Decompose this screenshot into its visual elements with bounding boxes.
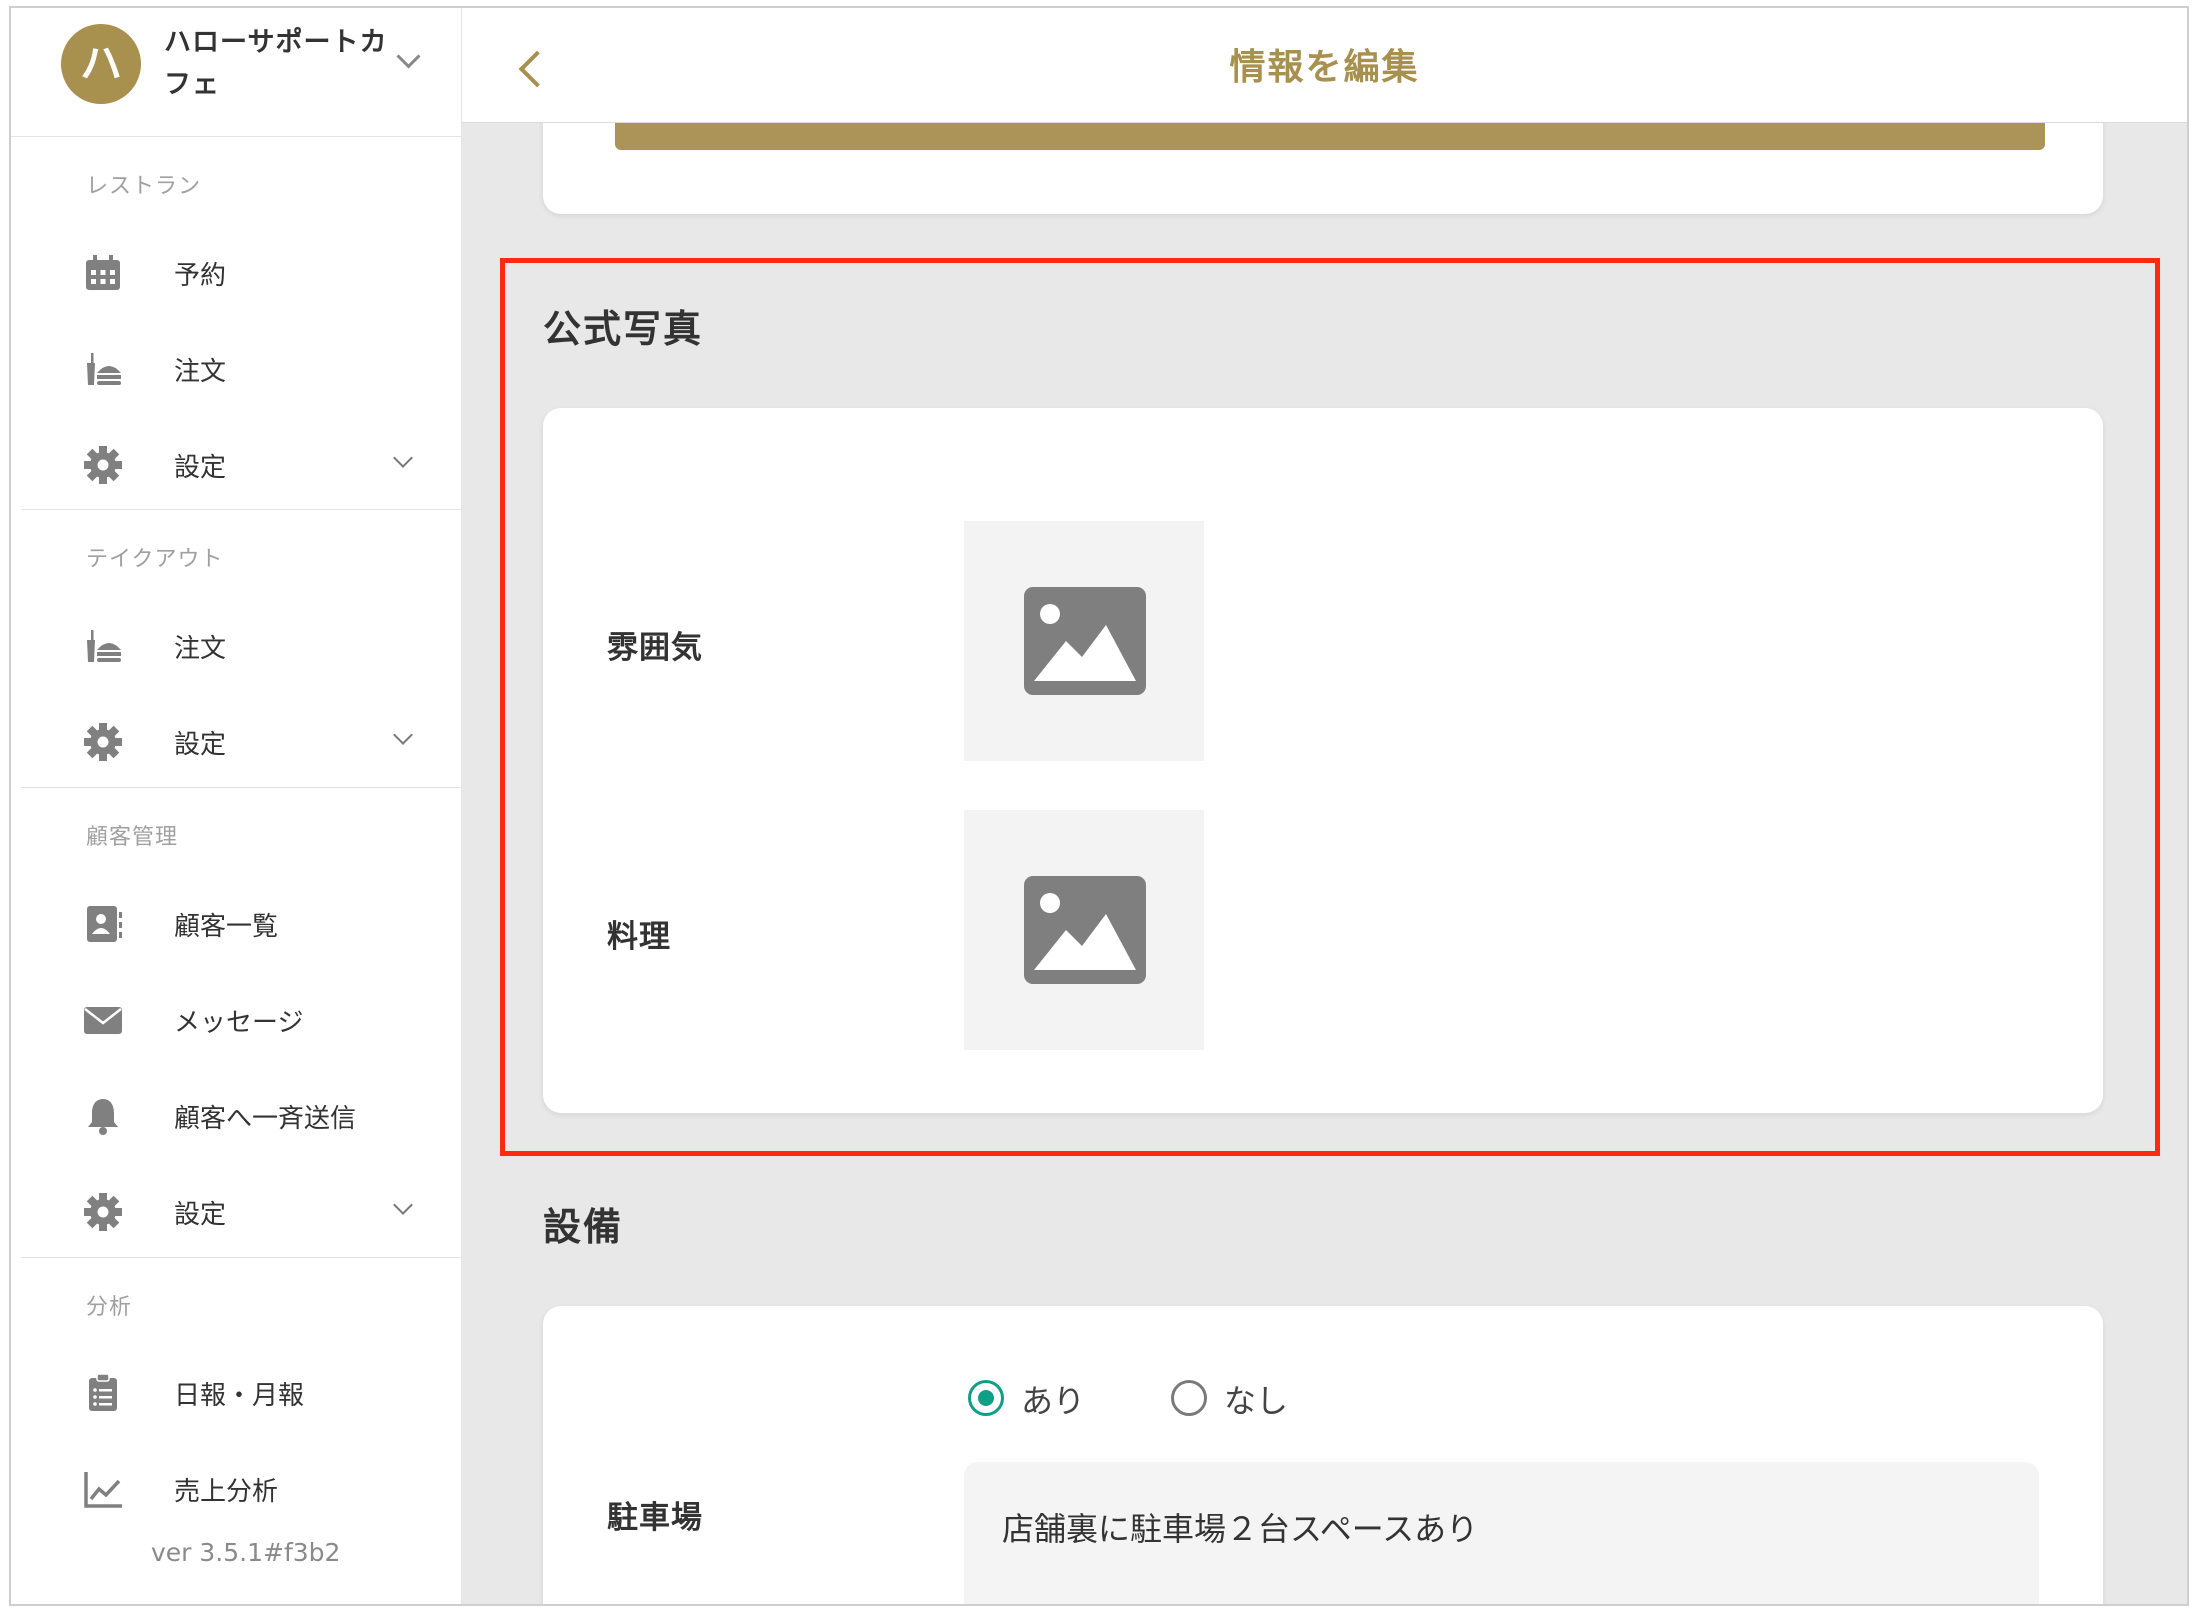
sidebar-item-label: メッセージ [174,1008,304,1038]
parking-note-textarea[interactable]: 店舗裏に駐車場２台スペースあり [964,1462,2039,1604]
section-label-customers: 顧客管理 [86,825,179,850]
sidebar-item-broadcast[interactable]: 顧客へ一斉送信 [11,1076,461,1156]
divider [21,1257,461,1258]
sidebar-item-daily-monthly[interactable]: 日報・月報 [11,1353,461,1433]
chevron-down-icon [393,448,413,468]
highlight-box [500,258,2160,1156]
chevron-down-icon [393,725,413,745]
divider [21,509,461,510]
sidebar-item-label: 設定 [174,1200,227,1230]
parking-option-yes-label[interactable]: あり [1021,1376,1085,1422]
store-switcher[interactable]: ハ ハローサポートカフェ [11,8,461,137]
avatar: ハ [61,24,141,104]
gear-icon [84,1193,122,1231]
parking-radio-no[interactable] [1171,1380,1207,1416]
envelope-icon [84,1007,122,1034]
sidebar-item-label: 注文 [174,357,227,387]
sidebar-item-takeout-settings[interactable]: 設定 [11,702,461,782]
sidebar-item-label: 設定 [174,730,227,760]
app-window: ハ ハローサポートカフェ レストラン 予約 注文 設定 テイクアウト 注文 設定… [9,6,2189,1606]
calendar-icon [86,255,120,290]
chevron-down-icon[interactable] [396,44,421,69]
bell-icon [88,1099,118,1135]
section-title-facilities: 設備 [543,1205,624,1249]
sidebar-item-message[interactable]: メッセージ [11,980,461,1060]
line-chart-icon [84,1472,122,1508]
sidebar-item-label: 売上分析 [174,1477,279,1507]
sidebar-item-label: 注文 [174,634,227,664]
clipboard-icon [89,1373,117,1411]
top-bar: 情報を編集 [462,8,2187,123]
facilities-card: あり なし 駐車場 店舗裏に駐車場２台スペースあり [543,1306,2103,1604]
sidebar-item-label: 設定 [174,453,227,483]
contact-card-icon [87,906,122,942]
sidebar-item-takeout-order[interactable]: 注文 [11,606,461,686]
food-tray-icon [87,630,121,662]
gear-icon [84,446,122,484]
sidebar-item-label: 予約 [174,261,227,291]
divider [21,787,461,788]
sidebar-item-customer-settings[interactable]: 設定 [11,1172,461,1252]
section-label-analytics: 分析 [86,1295,133,1320]
parking-radio-yes[interactable] [968,1380,1004,1416]
section-label-takeout: テイクアウト [86,547,224,572]
store-name: ハローサポートカフェ [164,27,388,100]
chevron-down-icon [393,1195,413,1215]
sidebar-item-sales-analysis[interactable]: 売上分析 [11,1449,461,1529]
sidebar-item-order[interactable]: 注文 [11,329,461,409]
sidebar-item-settings[interactable]: 設定 [11,425,461,505]
parking-label: 駐車場 [607,1500,703,1536]
sidebar-item-customer-list[interactable]: 顧客一覧 [11,884,461,964]
sidebar-item-reservation[interactable]: 予約 [11,233,461,313]
save-button[interactable] [615,122,2045,150]
page-title: 情報を編集 [1229,47,1420,88]
sidebar-item-label: 顧客へ一斉送信 [174,1104,357,1134]
section-label-restaurant: レストラン [86,174,202,199]
food-tray-icon [87,353,121,385]
version-label: ver 3.5.1#f3b2 [151,1538,341,1567]
parking-option-no-label[interactable]: なし [1224,1376,1288,1422]
sidebar-item-label: 顧客一覧 [174,912,279,942]
sidebar: ハ ハローサポートカフェ レストラン 予約 注文 設定 テイクアウト 注文 設定… [11,8,462,1604]
gear-icon [84,723,122,761]
sidebar-item-label: 日報・月報 [174,1381,305,1411]
